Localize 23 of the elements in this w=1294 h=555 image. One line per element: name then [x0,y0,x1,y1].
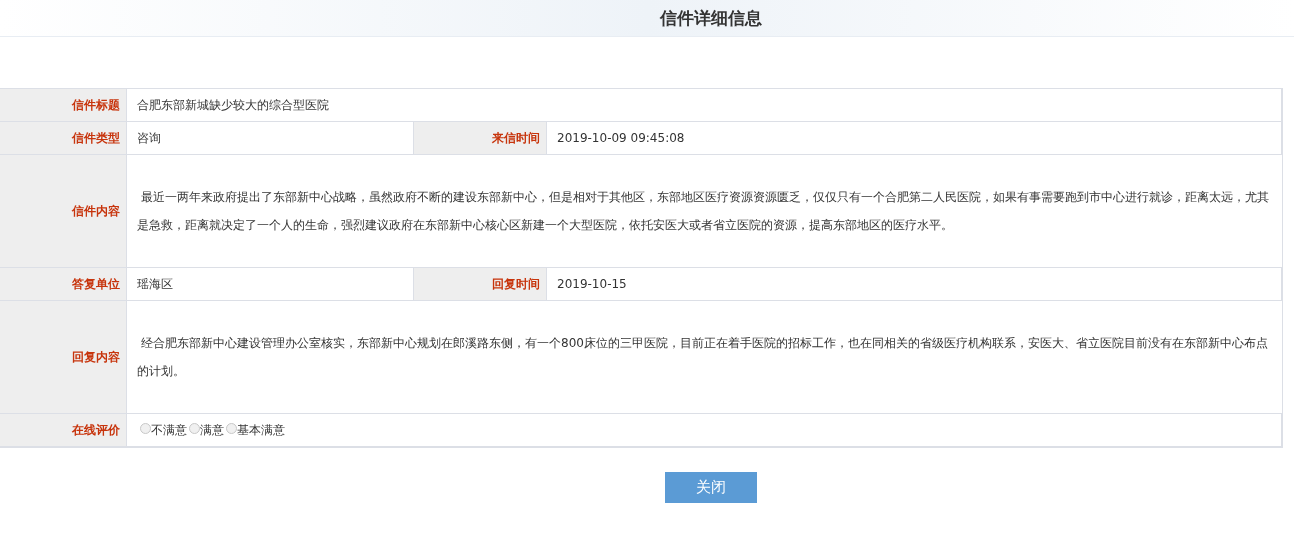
field-label: 信件类型 [0,122,127,155]
close-button[interactable]: 关闭 [665,472,757,503]
radio-label: 不满意 [151,421,187,439]
radio-label: 基本满意 [237,421,285,439]
table-cell: 瑶海区 [127,268,414,301]
field-label: 回复时间 [414,268,547,301]
field-label: 在线评价 [0,414,127,447]
radio-button[interactable] [226,422,237,434]
field-label: 答复单位 [0,268,127,301]
field-label: 回复内容 [0,301,127,414]
field-label: 来信时间 [414,122,547,155]
radio-button[interactable] [140,422,151,434]
field-label: 信件内容 [0,155,127,268]
table-cell: 合肥东部新城缺少较大的综合型医院 [127,89,1282,122]
table-cell: 咨询 [127,122,414,155]
page-title: 信件详细信息 [660,6,762,30]
table-cell: 2019-10-09 09:45:08 [547,122,1282,155]
radio-button[interactable] [189,422,200,434]
content-paragraph: 经合肥东部新中心建设管理办公室核实，东部新中心规划在郎溪路东侧，有一个800床位的三甲医院，目前正在着手医院的招标工作，也在同相关的省级医疗机构联系，安医大、省立医院目前没有在东部新中心布点的计划。 [136,335,1269,380]
field-label: 信件标题 [0,89,127,122]
table-cell: 2019-10-15 [547,268,1282,301]
content-paragraph: 最近一两年来政府提出了东部新中心战略，虽然政府不断的建设东部新中心，但是相对于其他区，东部地区医疗资源资源匮乏，仅仅只有一个合肥第二人民医院，如果有事需要跑到市中心进行就诊，距离太远，尤其是急救，距离就决定了一个人的生命，强烈建议政府在东部新中心核心区新建一个大型医院，依托安医大或者省立医院的资源，提高东部地区的医疗水平。 [136,189,1270,234]
radio-label: 满意 [200,421,224,439]
